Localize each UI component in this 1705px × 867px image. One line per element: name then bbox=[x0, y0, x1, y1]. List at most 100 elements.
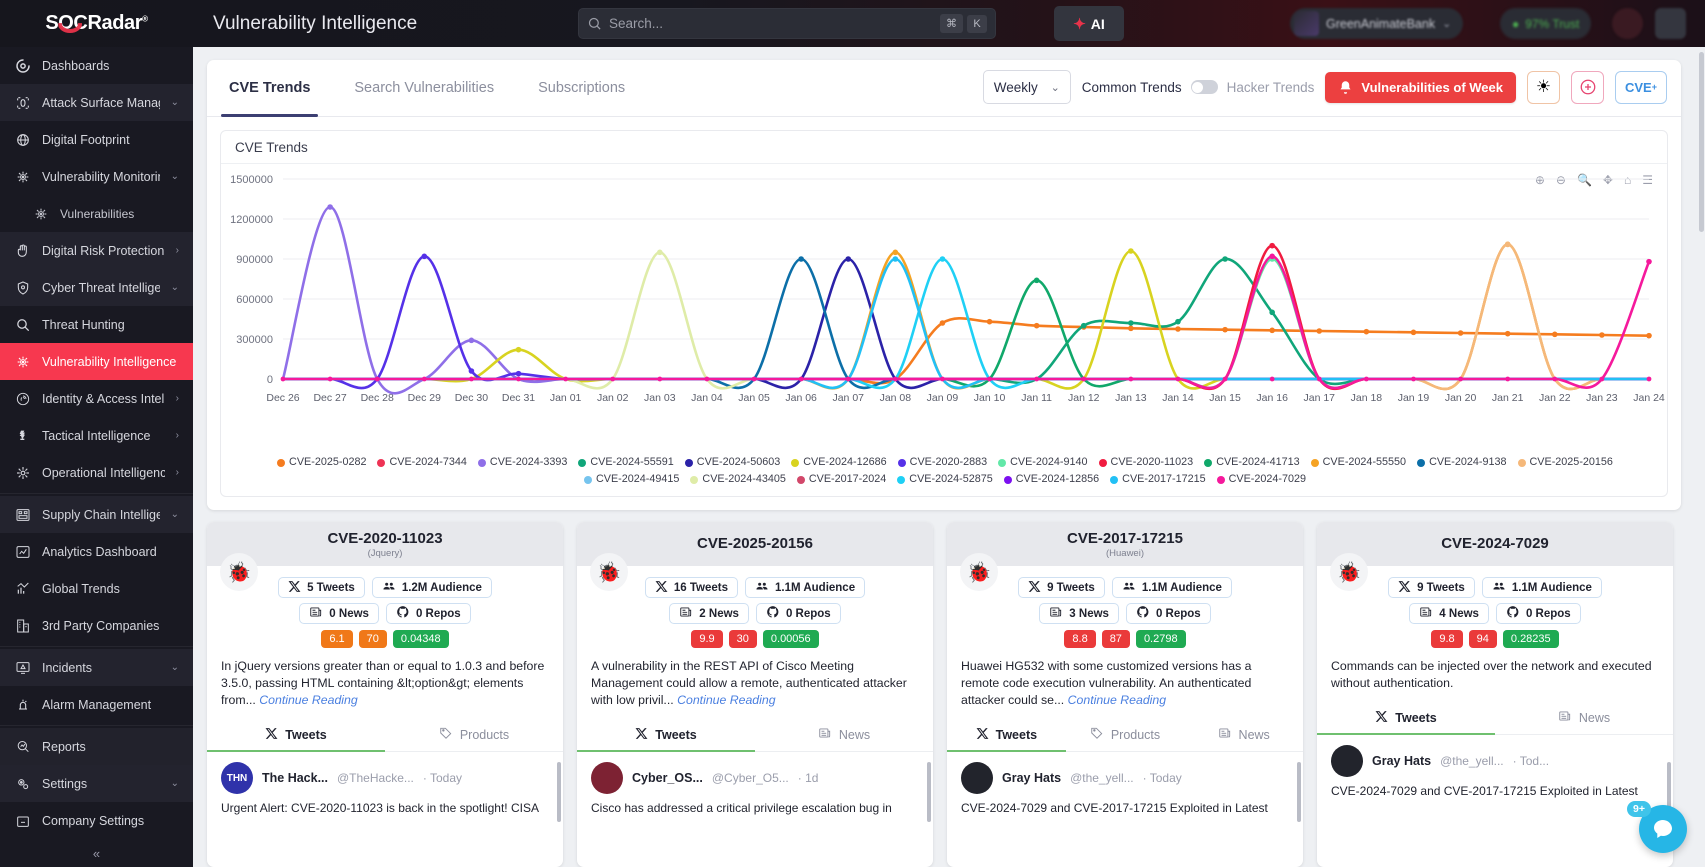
cve-card[interactable]: CVE-2017-17215 (Huawei) 🐞 9 Tweets 1.1M … bbox=[947, 522, 1303, 867]
legend-item[interactable]: CVE-2025-20156 bbox=[1517, 454, 1613, 471]
card-tab-tweets[interactable]: Tweets bbox=[207, 718, 385, 752]
card-tab-tweets[interactable]: Tweets bbox=[947, 718, 1066, 752]
virus-filter-button[interactable]: ☀ bbox=[1527, 70, 1560, 104]
cve-card[interactable]: CVE-2025-20156 🐞 16 Tweets 1.1M Audience… bbox=[577, 522, 933, 867]
sidebar-item-identity-access-intelligence[interactable]: Identity & Access Intelligence › bbox=[0, 380, 193, 417]
sidebar-item-digital-risk-protection[interactable]: Digital Risk Protection › bbox=[0, 232, 193, 269]
chip-news[interactable]: 4 News bbox=[1409, 603, 1489, 624]
add-button[interactable] bbox=[1571, 70, 1604, 104]
legend-item[interactable]: CVE-2024-43405 bbox=[690, 471, 786, 488]
legend-item[interactable]: CVE-2024-12856 bbox=[1003, 471, 1099, 488]
card-tab-products[interactable]: Products bbox=[385, 718, 563, 751]
chip-audience[interactable]: 1.1M Audience bbox=[1481, 577, 1602, 598]
sidebar-item-supply-chain-intelligence[interactable]: Supply Chain Intelligence ⌄ bbox=[0, 496, 193, 533]
legend-item[interactable]: CVE-2024-7344 bbox=[377, 454, 467, 471]
sidebar-item-alarm-management[interactable]: Alarm Management bbox=[0, 686, 193, 723]
chip-repos[interactable]: 0 Repos bbox=[755, 603, 841, 624]
sidebar-item-analytics-dashboard[interactable]: Analytics Dashboard bbox=[0, 533, 193, 570]
sidebar-item-threat-hunting[interactable]: Threat Hunting bbox=[0, 306, 193, 343]
card-tab-tweets[interactable]: Tweets bbox=[577, 718, 755, 752]
legend-item[interactable]: CVE-2024-55591 bbox=[578, 454, 674, 471]
chip-repos[interactable]: 0 Repos bbox=[1125, 603, 1211, 624]
legend-item[interactable]: CVE-2024-12686 bbox=[791, 454, 887, 471]
continue-reading-link[interactable]: Continue Reading bbox=[259, 693, 357, 707]
tab-cve-trends[interactable]: CVE Trends bbox=[207, 60, 332, 117]
chip-news[interactable]: 3 News bbox=[1039, 603, 1119, 624]
chip-audience[interactable]: 1.2M Audience bbox=[371, 577, 492, 598]
sidebar-item-3rd-party-companies[interactable]: 3rd Party Companies bbox=[0, 607, 193, 644]
tab-subscriptions[interactable]: Subscriptions bbox=[516, 60, 647, 117]
sidebar-item-cyber-threat-intelligence[interactable]: Cyber Threat Intelligence ⌄ bbox=[0, 269, 193, 306]
chip-tweets[interactable]: 9 Tweets bbox=[1388, 577, 1475, 598]
tweet-item[interactable]: Cyber_OS... @Cyber_O5... · 1d bbox=[577, 752, 933, 794]
card-tab-news[interactable]: News bbox=[755, 718, 933, 751]
trends-toggle[interactable]: Common Trends Hacker Trends bbox=[1082, 80, 1315, 95]
legend-item[interactable]: CVE-2024-9138 bbox=[1417, 454, 1507, 471]
legend-item[interactable]: CVE-2024-55550 bbox=[1310, 454, 1406, 471]
sidebar-item-digital-footprint[interactable]: Digital Footprint bbox=[0, 121, 193, 158]
continue-reading-link[interactable]: Continue Reading bbox=[677, 693, 775, 707]
app-logo[interactable]: SOCRadar® bbox=[0, 12, 193, 35]
ai-button[interactable]: ✦ AI bbox=[1054, 6, 1124, 41]
trust-badge[interactable]: ● 97% Trust bbox=[1500, 8, 1592, 39]
legend-item[interactable]: CVE-2024-3393 bbox=[477, 454, 567, 471]
legend-item[interactable]: CVE-2024-9140 bbox=[998, 454, 1088, 471]
notification-bell-icon[interactable] bbox=[1612, 8, 1643, 39]
sidebar-item-settings[interactable]: Settings ⌄ bbox=[0, 765, 193, 802]
card-scrollbar[interactable] bbox=[557, 762, 561, 822]
legend-item[interactable]: CVE-2024-41713 bbox=[1204, 454, 1300, 471]
sidebar-collapse-button[interactable]: « bbox=[0, 839, 193, 867]
sidebar-item-reports[interactable]: Reports bbox=[0, 728, 193, 765]
card-tab-news[interactable]: News bbox=[1184, 718, 1303, 751]
card-scrollbar[interactable] bbox=[1297, 762, 1301, 822]
sidebar-item-company-settings[interactable]: Company Settings bbox=[0, 802, 193, 839]
tweet-item[interactable]: THN The Hack... @TheHacke... · Today bbox=[207, 752, 563, 794]
legend-item[interactable]: CVE-2024-50603 bbox=[684, 454, 780, 471]
legend-item[interactable]: CVE-2025-0282 bbox=[277, 454, 366, 471]
chip-tweets[interactable]: 5 Tweets bbox=[278, 577, 365, 598]
tab-search-vulnerabilities[interactable]: Search Vulnerabilities bbox=[332, 60, 516, 117]
cve-add-button[interactable]: CVE + bbox=[1615, 70, 1667, 104]
card-tab-news[interactable]: News bbox=[1495, 701, 1673, 734]
card-tab-products[interactable]: Products bbox=[1066, 718, 1185, 751]
chip-tweets[interactable]: 16 Tweets bbox=[644, 577, 738, 598]
page-scrollbar[interactable] bbox=[1699, 52, 1704, 232]
cve-card[interactable]: CVE-2020-11023 (Jquery) 🐞 5 Tweets 1.2M … bbox=[207, 522, 563, 867]
continue-reading-link[interactable]: Continue Reading bbox=[1068, 693, 1166, 707]
chip-news[interactable]: 2 News bbox=[669, 603, 749, 624]
global-search[interactable]: ⌘ K bbox=[578, 8, 996, 39]
chip-tweets[interactable]: 9 Tweets bbox=[1018, 577, 1105, 598]
period-select[interactable]: Weekly ⌄ bbox=[982, 70, 1071, 104]
user-avatar[interactable] bbox=[1655, 8, 1686, 39]
legend-item[interactable]: CVE-2024-7029 bbox=[1216, 471, 1306, 488]
card-scrollbar[interactable] bbox=[927, 762, 931, 822]
card-tab-tweets[interactable]: Tweets bbox=[1317, 701, 1495, 735]
sidebar-item-global-trends[interactable]: Global Trends bbox=[0, 570, 193, 607]
sidebar-item-vulnerabilities[interactable]: Vulnerabilities bbox=[0, 195, 193, 232]
sidebar-item-vulnerability-intelligence[interactable]: Vulnerability Intelligence bbox=[0, 343, 193, 380]
legend-item[interactable]: CVE-2024-49415 bbox=[583, 471, 679, 488]
chip-repos[interactable]: 0 Repos bbox=[1495, 603, 1581, 624]
search-input[interactable] bbox=[609, 16, 936, 31]
tweet-item[interactable]: Gray Hats @the_yell... · Today bbox=[947, 752, 1303, 794]
chip-repos[interactable]: 0 Repos bbox=[385, 603, 471, 624]
sidebar-item-vulnerability-monitoring[interactable]: Vulnerability Monitoring ⌄ bbox=[0, 158, 193, 195]
legend-item[interactable]: CVE-2020-2883 bbox=[897, 454, 987, 471]
chip-news[interactable]: 0 News bbox=[299, 603, 379, 624]
sidebar-item-incidents[interactable]: Incidents ⌄ bbox=[0, 649, 193, 686]
legend-item[interactable]: CVE-2020-11023 bbox=[1098, 454, 1193, 471]
sidebar-item-attack-surface-management[interactable]: Attack Surface Management ⌄ bbox=[0, 84, 193, 121]
legend-item[interactable]: CVE-2017-2024 bbox=[796, 471, 886, 488]
chip-audience[interactable]: 1.1M Audience bbox=[745, 577, 866, 598]
legend-item[interactable]: CVE-2024-52875 bbox=[897, 471, 993, 488]
sidebar-item-operational-intelligence[interactable]: Operational Intelligence › bbox=[0, 454, 193, 491]
cve-card[interactable]: CVE-2024-7029 🐞 9 Tweets 1.1M Audience 4… bbox=[1317, 522, 1673, 867]
legend-item[interactable]: CVE-2017-17215 bbox=[1110, 471, 1206, 488]
sidebar-item-tactical-intelligence[interactable]: Tactical Intelligence › bbox=[0, 417, 193, 454]
trends-switch[interactable] bbox=[1190, 80, 1218, 94]
sidebar-item-dashboards[interactable]: Dashboards bbox=[0, 47, 193, 84]
vulnerabilities-of-week-button[interactable]: Vulnerabilities of Week bbox=[1325, 71, 1516, 103]
tweet-item[interactable]: Gray Hats @the_yell... · Tod... bbox=[1317, 735, 1673, 777]
chip-audience[interactable]: 1.1M Audience bbox=[1111, 577, 1232, 598]
org-selector[interactable]: GreenAnimateBank ⌄ bbox=[1290, 8, 1464, 39]
